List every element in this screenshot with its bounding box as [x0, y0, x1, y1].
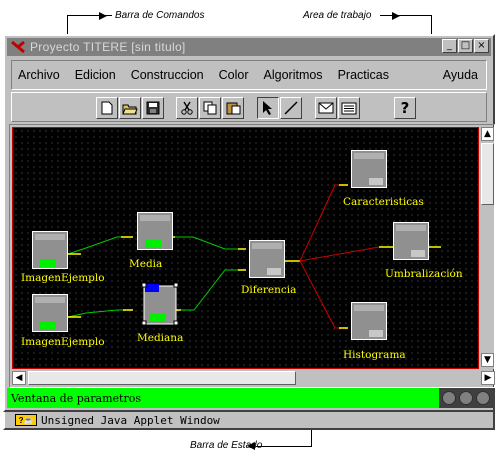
- help-button[interactable]: ?: [394, 97, 416, 119]
- app-window: Proyecto TITERE [sin titulo] _ □ × Archi…: [3, 34, 495, 412]
- open-button[interactable]: [119, 97, 141, 119]
- link-img2-mediana: [67, 309, 133, 318]
- select-arrow-icon: [263, 101, 272, 115]
- link-img1-media: [67, 236, 133, 255]
- annotation-work-area-line: [380, 15, 432, 16]
- node-label-imagen-ejemplo-1: ImagenEjemplo: [21, 272, 105, 284]
- cut-button[interactable]: [176, 97, 198, 119]
- help-icon: ?: [400, 99, 410, 117]
- cut-icon: [181, 101, 193, 115]
- menu-color[interactable]: Color: [212, 68, 257, 82]
- link-diferencia-umbralizacion: [299, 246, 380, 262]
- line-icon: [284, 101, 298, 115]
- status-text: Ventana de parametros: [11, 391, 141, 405]
- node-histograma[interactable]: [351, 302, 387, 340]
- close-button[interactable]: ×: [474, 39, 489, 53]
- scroll-down-button[interactable]: ▼: [481, 353, 494, 367]
- scroll-right-button[interactable]: ▶: [481, 371, 495, 385]
- minimize-button[interactable]: _: [442, 39, 457, 53]
- node-media[interactable]: [137, 212, 173, 250]
- menu-construccion[interactable]: Construccion: [124, 68, 212, 82]
- applet-warning-text: Unsigned Java Applet Window: [41, 413, 220, 427]
- annotation-work-area: Area de trabajo: [303, 10, 372, 21]
- copy-icon: [203, 101, 216, 115]
- new-icon: [101, 101, 113, 115]
- status-led-1: [442, 391, 457, 405]
- command-toolbar: ?: [11, 92, 487, 122]
- list-button[interactable]: [338, 97, 360, 119]
- menu-practicas[interactable]: Practicas: [331, 68, 397, 82]
- scroll-left-button[interactable]: ◀: [12, 371, 26, 385]
- app-logo-icon: [10, 39, 26, 55]
- menu-bar: Archivo Edicion Construccion Color Algor…: [11, 60, 487, 90]
- node-caracteristicas[interactable]: [351, 150, 387, 188]
- node-umbralizacion[interactable]: [393, 222, 429, 260]
- graph-canvas[interactable]: ImagenEjemplo ImagenEjemplo Media Median…: [12, 127, 479, 369]
- horizontal-scroll-thumb[interactable]: [28, 371, 296, 385]
- line-tool-button[interactable]: [280, 97, 302, 119]
- link-diferencia-caracteristicas: [299, 184, 339, 262]
- scroll-up-button[interactable]: ▲: [481, 127, 494, 141]
- new-button[interactable]: [96, 97, 118, 119]
- node-label-imagen-ejemplo-2: ImagenEjemplo: [21, 336, 105, 348]
- title-bar[interactable]: Proyecto TITERE [sin titulo] _ □ ×: [7, 38, 491, 56]
- horizontal-scrollbar[interactable]: ◀ ▶: [12, 371, 495, 385]
- annotation-command-bar: Barra de Comandos: [115, 10, 205, 21]
- node-mediana[interactable]: [142, 282, 178, 326]
- annotation-status-bar-arrow: [247, 442, 255, 450]
- status-led-2: [458, 391, 473, 405]
- paste-button[interactable]: [222, 97, 244, 119]
- maximize-button[interactable]: □: [458, 39, 473, 53]
- select-tool-button[interactable]: [257, 97, 279, 119]
- status-led-3: [475, 391, 490, 405]
- save-button[interactable]: [142, 97, 164, 119]
- mail-button[interactable]: [315, 97, 337, 119]
- open-icon: [122, 104, 138, 114]
- vertical-scroll-thumb[interactable]: [481, 143, 494, 205]
- annotation-work-area-arrow: [392, 12, 400, 20]
- menu-archivo[interactable]: Archivo: [12, 68, 68, 82]
- node-label-diferencia: Diferencia: [241, 284, 297, 296]
- menu-ayuda[interactable]: Ayuda: [436, 68, 486, 82]
- node-label-umbralizacion: Umbralización: [385, 268, 463, 280]
- menu-algoritmos[interactable]: Algoritmos: [257, 68, 331, 82]
- copy-button[interactable]: [199, 97, 221, 119]
- list-icon: [341, 102, 357, 114]
- save-icon: [146, 101, 160, 115]
- applet-warning-bar: ?☕ Unsigned Java Applet Window: [3, 412, 495, 430]
- link-mediana-diferencia: [179, 269, 246, 311]
- node-label-histograma: Histograma: [343, 349, 406, 361]
- paste-icon: [226, 102, 240, 115]
- window-title: Proyecto TITERE [sin titulo]: [30, 40, 186, 54]
- work-area: ImagenEjemplo ImagenEjemplo Media Median…: [9, 124, 495, 388]
- link-diferencia-histograma: [299, 260, 339, 329]
- node-label-media: Media: [129, 258, 163, 270]
- node-imagen-ejemplo-1[interactable]: [32, 231, 68, 269]
- link-media-diferencia: [174, 236, 246, 250]
- node-diferencia[interactable]: [249, 240, 285, 278]
- vertical-scrollbar[interactable]: ▲ ▼: [481, 127, 494, 369]
- annotation-command-bar-arrow: [99, 12, 107, 20]
- node-label-mediana: Mediana: [137, 332, 184, 344]
- node-imagen-ejemplo-2[interactable]: [32, 294, 68, 332]
- java-warning-icon: ?☕: [15, 414, 37, 426]
- node-label-caracteristicas: Caracteristicas: [343, 196, 424, 208]
- status-bar: Ventana de parametros: [7, 388, 493, 408]
- menu-edicion[interactable]: Edicion: [68, 68, 124, 82]
- mail-icon: [318, 102, 334, 114]
- annotation-status-bar-line: [256, 446, 312, 447]
- status-indicators: [439, 388, 493, 408]
